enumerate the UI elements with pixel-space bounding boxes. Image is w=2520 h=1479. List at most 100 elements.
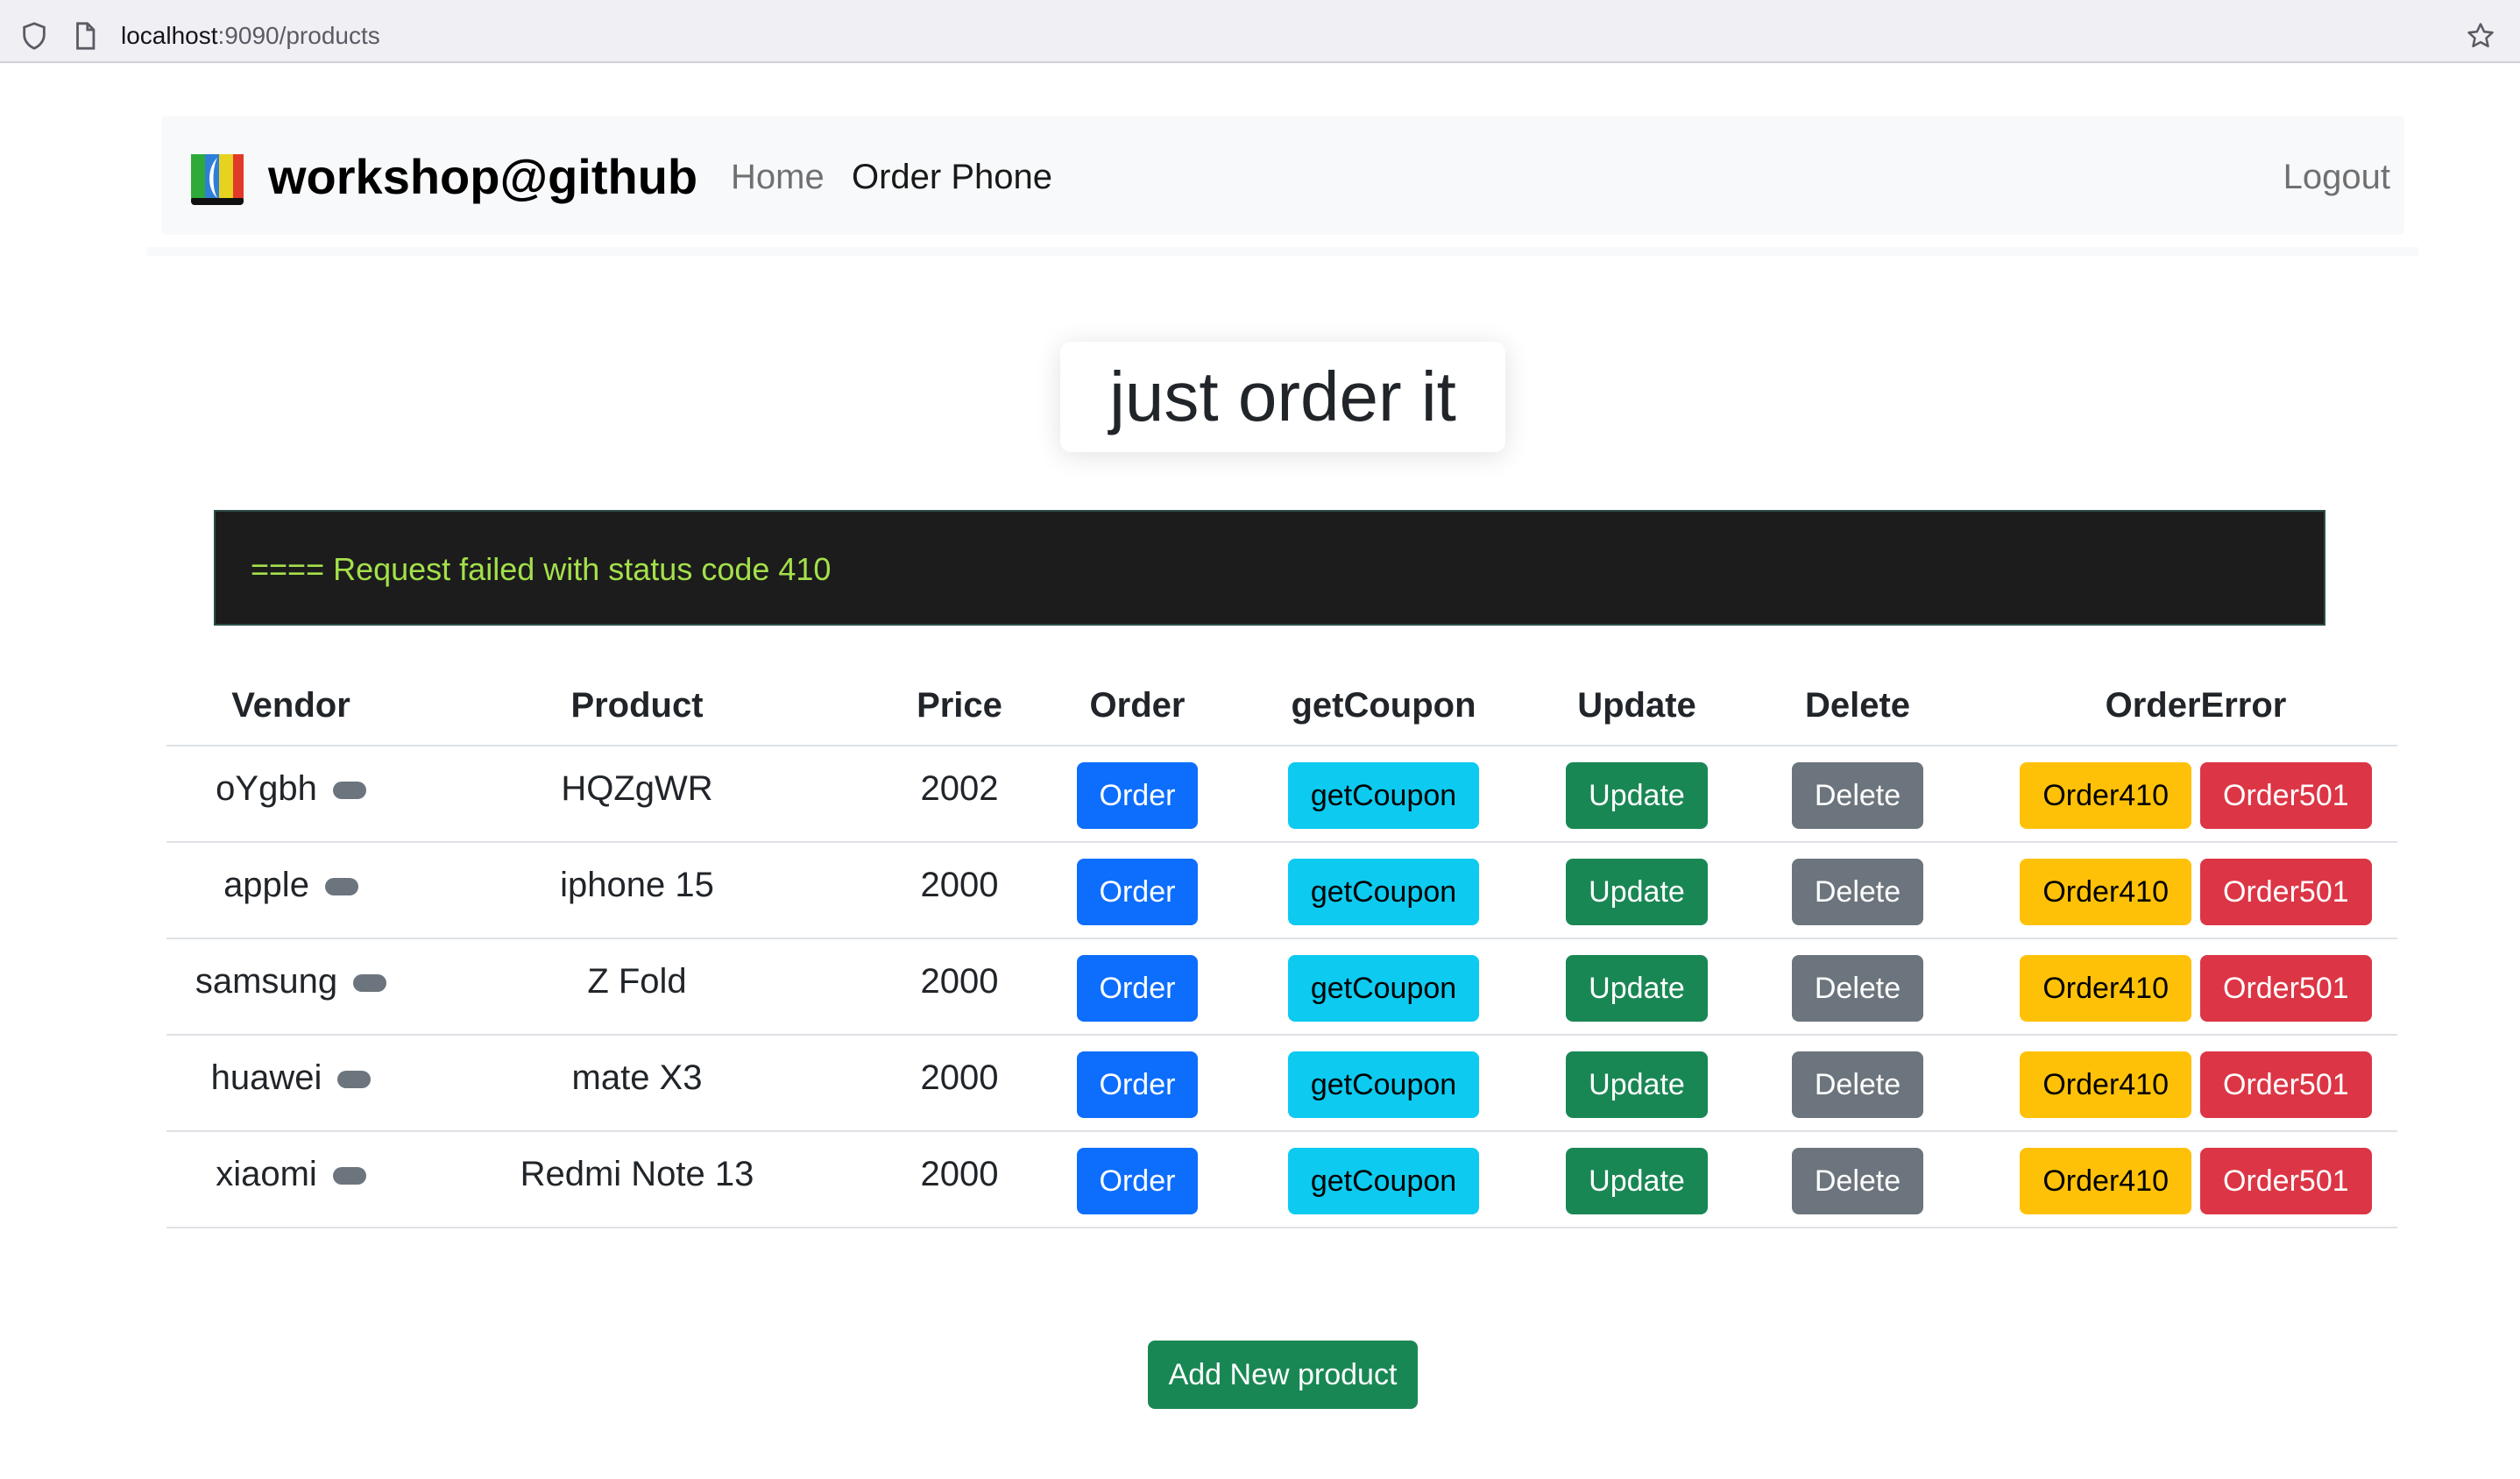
order-button[interactable]: Order: [1076, 1148, 1199, 1214]
coupon-cell: getCoupon: [1214, 1131, 1553, 1228]
price-cell: 2000: [859, 1035, 1060, 1132]
order-cell: Order: [1060, 938, 1214, 1036]
vendor-badge: [332, 1166, 366, 1185]
ordererror-cell: Order410 Order501: [1994, 938, 2397, 1036]
update-button[interactable]: Update: [1566, 1051, 1708, 1118]
coupon-cell: getCoupon: [1214, 842, 1553, 939]
order-button[interactable]: Order: [1076, 762, 1199, 829]
vendor-badge: [337, 1070, 372, 1088]
browser-toolbar: localhost:9090/products: [0, 0, 2520, 63]
product-name: HQZgWR: [561, 768, 713, 808]
order-cell: Order: [1060, 746, 1214, 843]
header-vendor: Vendor: [166, 666, 415, 747]
order410-button[interactable]: Order410: [2020, 1051, 2191, 1118]
url-field[interactable]: localhost:9090/products: [7, 5, 2497, 56]
product-cell: mate X3: [415, 1035, 859, 1132]
vendor-cell: huawei: [166, 1035, 415, 1132]
delete-cell: Delete: [1721, 842, 1994, 939]
delete-button[interactable]: Delete: [1791, 859, 1924, 925]
coupon-cell: getCoupon: [1214, 938, 1553, 1036]
update-cell: Update: [1553, 938, 1721, 1036]
ordererror-cell: Order410 Order501: [1994, 1035, 2397, 1132]
vendor-name: apple: [223, 865, 309, 904]
header-getcoupon: getCoupon: [1214, 666, 1553, 747]
order501-button[interactable]: Order501: [2200, 762, 2372, 829]
order410-button[interactable]: Order410: [2020, 762, 2191, 829]
navbar: workshop@github Home Order Phone Logout: [161, 116, 2404, 235]
nav-order-phone-link[interactable]: Order Phone: [852, 152, 1052, 202]
get-coupon-button[interactable]: getCoupon: [1287, 859, 1480, 925]
price-cell: 2000: [859, 938, 1060, 1036]
table-header-row: Vendor Product Price Order getCoupon Upd…: [166, 666, 2397, 747]
nav-logout-link[interactable]: Logout: [2283, 152, 2390, 202]
price-value: 2000: [920, 961, 999, 1001]
price-value: 2000: [920, 1058, 999, 1097]
product-name: Z Fold: [587, 961, 687, 1001]
price-cell: 2000: [859, 842, 1060, 939]
header-delete: Delete: [1721, 666, 1994, 747]
delete-cell: Delete: [1721, 938, 1994, 1036]
navbar-underline: [147, 247, 2418, 256]
header-product: Product: [415, 666, 859, 747]
update-button[interactable]: Update: [1566, 859, 1708, 925]
delete-cell: Delete: [1721, 1131, 1994, 1228]
table-row: huawei mate X3 2000 Order getCoupon Upda…: [166, 1035, 2397, 1132]
order501-button[interactable]: Order501: [2200, 1148, 2372, 1214]
product-cell: HQZgWR: [415, 746, 859, 843]
get-coupon-button[interactable]: getCoupon: [1287, 955, 1480, 1022]
header-order: Order: [1060, 666, 1214, 747]
vendor-name: samsung: [195, 961, 338, 1001]
order410-button[interactable]: Order410: [2020, 859, 2191, 925]
get-coupon-button[interactable]: getCoupon: [1287, 1148, 1480, 1214]
order501-button[interactable]: Order501: [2200, 1051, 2372, 1118]
vendor-cell: oYgbh: [166, 746, 415, 843]
get-coupon-button[interactable]: getCoupon: [1287, 762, 1480, 829]
price-value: 2000: [920, 1154, 999, 1193]
order-cell: Order: [1060, 1131, 1214, 1228]
ordererror-cell: Order410 Order501: [1994, 1131, 2397, 1228]
vendor-badge: [332, 781, 366, 799]
order-cell: Order: [1060, 842, 1214, 939]
update-button[interactable]: Update: [1566, 1148, 1708, 1214]
update-cell: Update: [1553, 1035, 1721, 1132]
update-cell: Update: [1553, 746, 1721, 843]
console-output: ==== Request failed with status code 410: [214, 510, 2325, 626]
product-name: mate X3: [571, 1058, 703, 1097]
products-table: Vendor Product Price Order getCoupon Upd…: [166, 666, 2397, 1228]
vendor-name: huawei: [210, 1058, 322, 1097]
order-button[interactable]: Order: [1076, 1051, 1199, 1118]
product-cell: iphone 15: [415, 842, 859, 939]
add-new-product-button[interactable]: Add New product: [1148, 1341, 1418, 1409]
delete-button[interactable]: Delete: [1791, 1148, 1924, 1214]
vendor-badge: [353, 973, 387, 992]
url-path: :9090/products: [217, 22, 380, 49]
update-cell: Update: [1553, 1131, 1721, 1228]
order501-button[interactable]: Order501: [2200, 955, 2372, 1022]
get-coupon-button[interactable]: getCoupon: [1287, 1051, 1480, 1118]
page-icon: [76, 22, 96, 50]
delete-button[interactable]: Delete: [1791, 955, 1924, 1022]
nav-home-link[interactable]: Home: [731, 152, 825, 202]
delete-button[interactable]: Delete: [1791, 762, 1924, 829]
vendor-name: oYgbh: [216, 768, 317, 808]
price-value: 2002: [920, 768, 999, 808]
delete-button[interactable]: Delete: [1791, 1051, 1924, 1118]
update-button[interactable]: Update: [1566, 762, 1708, 829]
order-button[interactable]: Order: [1076, 859, 1199, 925]
brand-logo-icon[interactable]: [188, 151, 247, 207]
bookmark-star-icon[interactable]: [2466, 21, 2495, 51]
price-value: 2000: [920, 865, 999, 904]
order410-button[interactable]: Order410: [2020, 955, 2191, 1022]
order-button[interactable]: Order: [1076, 955, 1199, 1022]
update-button[interactable]: Update: [1566, 955, 1708, 1022]
url-host: localhost: [121, 22, 218, 49]
url-text[interactable]: localhost:9090/products: [121, 21, 380, 51]
order501-button[interactable]: Order501: [2200, 859, 2372, 925]
coupon-cell: getCoupon: [1214, 746, 1553, 843]
vendor-cell: samsung: [166, 938, 415, 1036]
delete-cell: Delete: [1721, 1035, 1994, 1132]
delete-cell: Delete: [1721, 746, 1994, 843]
brand-name[interactable]: workshop@github: [268, 149, 697, 205]
shield-icon[interactable]: [19, 21, 49, 51]
order410-button[interactable]: Order410: [2020, 1148, 2191, 1214]
